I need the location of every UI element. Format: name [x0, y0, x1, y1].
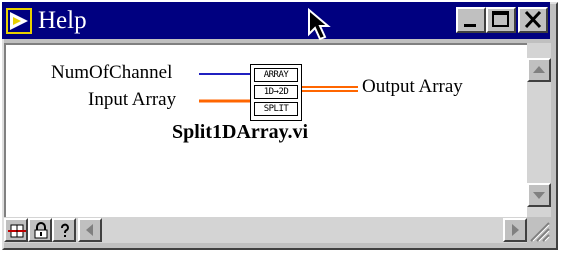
help-question-icon [61, 223, 69, 237]
output-array-label: Output Array [362, 76, 463, 97]
vertical-scrollbar[interactable] [527, 43, 551, 217]
scroll-down-button[interactable] [527, 183, 551, 207]
node-text-line: ARRAY [254, 68, 298, 82]
vi-name: Split1DArray.vi [172, 121, 309, 143]
block-diagram-icon [8, 224, 26, 238]
scroll-left-button[interactable] [78, 218, 102, 242]
help-question-button[interactable] [52, 218, 76, 242]
split-array-node-icon: ARRAY 1D→2D SPLIT [250, 64, 302, 121]
resize-grip[interactable] [527, 217, 551, 243]
scroll-right-button[interactable] [503, 218, 527, 242]
lock-button[interactable] [28, 218, 52, 242]
block-diagram-button[interactable] [4, 218, 28, 242]
node-text-line: SPLIT [254, 102, 298, 116]
node-text-line: 1D→2D [254, 85, 298, 99]
lock-icon [34, 222, 48, 239]
arrow-left-icon [86, 224, 93, 236]
arrow-up-icon [533, 66, 545, 73]
input-array-label: Input Array [88, 89, 177, 110]
resize-grip-icon [530, 222, 550, 242]
bottom-toolbar [4, 217, 527, 243]
scroll-up-button[interactable] [527, 58, 551, 82]
arrow-down-icon [533, 192, 545, 199]
num-of-channel-label: NumOfChannel [51, 62, 173, 83]
arrow-right-icon [512, 224, 519, 236]
